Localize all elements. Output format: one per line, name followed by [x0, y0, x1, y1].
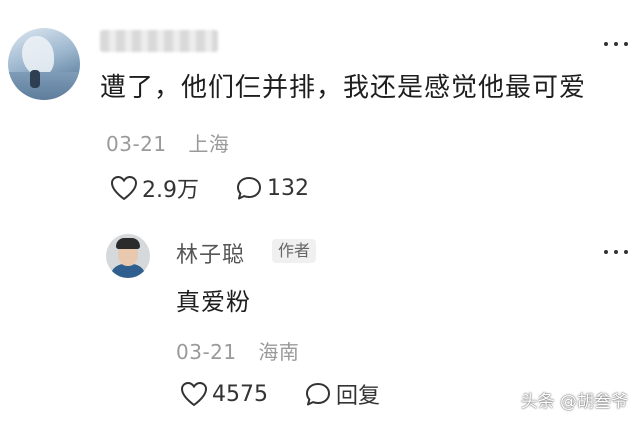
blurred-username — [100, 30, 218, 52]
reply-like-button[interactable]: 4575 — [180, 381, 268, 407]
comment-bubble-icon — [306, 383, 330, 406]
comment-actions: 2.9万 132 — [110, 172, 345, 204]
more-dots-icon[interactable] — [604, 39, 628, 49]
author-badge: 作者 — [272, 239, 317, 263]
commenter-avatar[interactable] — [8, 28, 80, 100]
reply-location: 海南 — [258, 340, 300, 364]
reply-actions: 4575 回复 — [180, 378, 416, 410]
comment-like-button[interactable]: 2.9万 — [110, 172, 199, 204]
comment-reply-count: 132 — [267, 175, 309, 201]
heart-icon — [111, 176, 137, 200]
comment-thread: 遭了，他们仨并排，我还是感觉他最可爱 03-21 上海 2.9万 132 林子聪… — [0, 0, 640, 422]
comment-bubble-icon — [237, 177, 261, 200]
comment-date: 03-21 — [106, 132, 167, 156]
reply-reply-button[interactable]: 回复 — [304, 378, 380, 410]
comment-location: 上海 — [188, 132, 230, 156]
reply-date: 03-21 — [176, 340, 237, 364]
more-dots-icon[interactable] — [604, 247, 628, 257]
comment-reply-button[interactable]: 132 — [235, 175, 309, 201]
watermark: 头条 @胡叁爷 — [520, 392, 628, 412]
reply-reply-label: 回复 — [336, 384, 381, 409]
reply-username[interactable]: 林子聪 — [176, 237, 245, 269]
replier-avatar[interactable] — [106, 234, 150, 278]
reply-meta: 03-21 海南 — [176, 336, 299, 365]
comment-like-count: 2.9万 — [142, 178, 199, 203]
reply-like-count: 4575 — [212, 381, 268, 407]
reply-text: 真爱粉 — [176, 288, 251, 316]
heart-icon — [181, 382, 207, 406]
comment-meta: 03-21 上海 — [106, 128, 229, 157]
comment-text: 遭了，他们仨并排，我还是感觉他最可爱 — [100, 73, 587, 103]
